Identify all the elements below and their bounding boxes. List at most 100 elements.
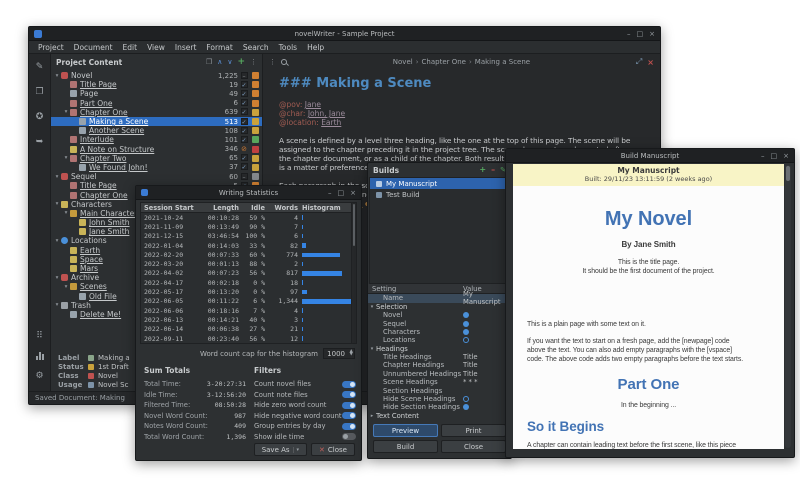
- session-row[interactable]: 2022-06-1300:14:2140 %3: [141, 315, 351, 324]
- menu-tools[interactable]: Tools: [274, 41, 302, 54]
- active-checkbox[interactable]: ✓: [238, 81, 250, 89]
- toggle-switch[interactable]: [342, 412, 356, 419]
- toggle-switch[interactable]: [342, 381, 356, 388]
- editor-menu-icon[interactable]: ⋮: [269, 58, 276, 66]
- tree-item-sequel[interactable]: ▾Sequel60–: [51, 172, 262, 181]
- tree-item-another-scene[interactable]: Another Scene108✓: [51, 126, 262, 135]
- export-icon[interactable]: ➥: [33, 135, 47, 149]
- minimize-button[interactable]: –: [328, 186, 332, 200]
- setting-row-title-headings[interactable]: Title HeadingsTitle: [368, 353, 511, 361]
- setting-row-headings[interactable]: ▾Headings: [368, 344, 511, 352]
- toggle-switch[interactable]: [342, 423, 356, 430]
- active-checkbox[interactable]: –: [238, 72, 250, 80]
- setting-row-hide-scene-headings[interactable]: Hide Scene Headings: [368, 395, 511, 403]
- tree-item-chapter-two[interactable]: ▾Chapter Two65✓: [51, 154, 262, 163]
- stats-titlebar[interactable]: Writing Statistics –□×: [136, 186, 361, 200]
- menu-document[interactable]: Document: [69, 41, 118, 54]
- preview-scrollbar-thumb[interactable]: [786, 166, 790, 181]
- setting-row-scene-headings[interactable]: Scene Headings* * *: [368, 378, 511, 386]
- setting-row-novel[interactable]: Novel: [368, 311, 511, 319]
- menu-edit[interactable]: Edit: [118, 41, 143, 54]
- toggle-switch[interactable]: [342, 402, 356, 409]
- session-row[interactable]: 2022-03-2000:01:1388 %2: [141, 259, 351, 268]
- minimize-button[interactable]: –: [627, 27, 631, 41]
- expand-arrow-icon[interactable]: ▾: [53, 73, 61, 79]
- manuscript-preview-page[interactable]: My Novel By Jane Smith This is the title…: [513, 186, 784, 449]
- setting-row-sequel[interactable]: Sequel: [368, 319, 511, 327]
- column-header-session-start[interactable]: Session Start ▾: [141, 204, 195, 212]
- close-button[interactable]: ×: [649, 27, 655, 41]
- build-item-test-build[interactable]: Test Build: [370, 189, 509, 200]
- maximize-button[interactable]: □: [338, 186, 345, 200]
- remove-build-icon[interactable]: –: [491, 163, 495, 177]
- tree-item-we-found-john[interactable]: We Found John!37✓: [51, 163, 262, 172]
- session-row[interactable]: 2022-06-1400:06:3827 %21: [141, 325, 351, 334]
- active-checkbox[interactable]: –: [238, 173, 250, 181]
- edit-document-icon[interactable]: ✎: [33, 60, 47, 74]
- setting-row-text-content[interactable]: ▸Text Content: [368, 412, 511, 420]
- menu-search[interactable]: Search: [238, 41, 274, 54]
- active-checkbox[interactable]: ✓: [238, 118, 250, 126]
- menu-project[interactable]: Project: [33, 41, 69, 54]
- menu-view[interactable]: View: [142, 41, 170, 54]
- session-row[interactable]: 2022-02-2000:07:3360 %774: [141, 250, 351, 259]
- session-row[interactable]: 2022-04-0200:07:2356 %817: [141, 269, 351, 278]
- menu-insert[interactable]: Insert: [170, 41, 202, 54]
- tree-item-a-note-on-structure[interactable]: A Note on Structure346⊘: [51, 145, 262, 154]
- close-button[interactable]: Close: [441, 440, 506, 453]
- preview-scrollbar[interactable]: [785, 165, 791, 448]
- active-checkbox[interactable]: ⊘: [238, 145, 250, 153]
- session-row[interactable]: 2021-12-1503:46:54100 %6: [141, 232, 351, 241]
- tree-item-novel[interactable]: ▾Novel1,225–: [51, 71, 262, 80]
- session-row[interactable]: 2022-05-1700:13:200 %97: [141, 287, 351, 296]
- expand-arrow-icon[interactable]: ▾: [62, 284, 70, 290]
- stats-icon[interactable]: [33, 349, 47, 363]
- tree-item-title-page[interactable]: Title Page19✓: [51, 80, 262, 89]
- column-header-histogram[interactable]: Histogram: [298, 204, 351, 212]
- setting-row-hide-section-headings[interactable]: Hide Section Headings: [368, 403, 511, 411]
- close-button[interactable]: ×: [783, 149, 789, 163]
- breadcrumb-segment[interactable]: Novel: [393, 58, 413, 66]
- active-checkbox[interactable]: ✓: [238, 108, 250, 116]
- table-scrollbar[interactable]: [351, 203, 356, 343]
- menu-help[interactable]: Help: [302, 41, 329, 54]
- preview-button[interactable]: Preview: [373, 424, 438, 437]
- setting-row-chapter-headings[interactable]: Chapter HeadingsTitle: [368, 361, 511, 369]
- setting-row-locations[interactable]: Locations: [368, 336, 511, 344]
- expand-arrow-icon[interactable]: ▾: [53, 174, 61, 180]
- build-manuscript-titlebar[interactable]: Build Manuscript –□×: [506, 149, 794, 163]
- expand-arrow-icon[interactable]: ▾: [53, 302, 61, 308]
- close-stats-button[interactable]: ✕ Close: [311, 443, 355, 456]
- breadcrumb-segment[interactable]: Making a Scene: [475, 58, 530, 66]
- move-up-icon[interactable]: ∧: [217, 54, 222, 70]
- details-icon[interactable]: ⠿: [33, 329, 47, 343]
- close-button[interactable]: ×: [350, 186, 356, 200]
- build-item-my-manuscript[interactable]: My Manuscript: [370, 178, 509, 189]
- maximize-button[interactable]: □: [771, 149, 778, 163]
- expand-arrow-icon[interactable]: ▾: [53, 201, 61, 207]
- breadcrumb-segment[interactable]: Chapter One: [422, 58, 466, 66]
- active-checkbox[interactable]: ✓: [238, 154, 250, 162]
- bookmark-icon[interactable]: ❒: [206, 54, 212, 70]
- session-row[interactable]: 2022-01-0400:14:0333 %82: [141, 241, 351, 250]
- expand-arrow-icon[interactable]: ▾: [62, 109, 70, 115]
- add-item-icon[interactable]: +: [237, 54, 245, 70]
- main-titlebar[interactable]: novelWriter - Sample Project –□×: [29, 27, 660, 41]
- setting-row-name[interactable]: NameMy Manuscript: [368, 294, 511, 302]
- close-document-icon[interactable]: ×: [647, 58, 654, 67]
- active-checkbox[interactable]: ✓: [238, 90, 250, 98]
- sessions-table-header[interactable]: Session Start ▾LengthIdleWordsHistogram: [141, 203, 351, 213]
- print-button[interactable]: Print: [441, 424, 506, 437]
- expand-arrow-icon[interactable]: ▾: [53, 238, 61, 244]
- menu-dots-icon[interactable]: ⋮: [250, 54, 257, 70]
- session-row[interactable]: 2021-11-0900:13:4990 %7: [141, 222, 351, 231]
- toggle-switch[interactable]: [342, 433, 356, 440]
- novel-view-icon[interactable]: ✪: [33, 110, 47, 124]
- spin-down-icon[interactable]: ▼: [350, 353, 353, 357]
- setting-row-section-headings[interactable]: Section Headings: [368, 386, 511, 394]
- tree-item-part-one[interactable]: Part One6✓: [51, 99, 262, 108]
- session-row[interactable]: 2022-09-1100:23:4056 %12: [141, 334, 351, 343]
- session-row[interactable]: 2021-10-2400:10:2859 %4: [141, 213, 351, 222]
- tree-item-making-a-scene[interactable]: Making a Scene513✓: [51, 117, 262, 126]
- setting-row-unnumbered-headings[interactable]: Unnumbered HeadingsTitle: [368, 370, 511, 378]
